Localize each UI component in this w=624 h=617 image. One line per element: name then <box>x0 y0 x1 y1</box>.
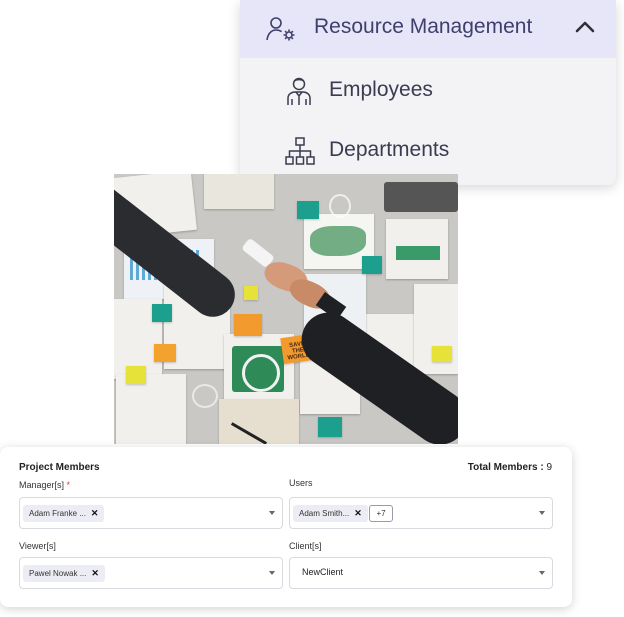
resource-management-menu: Resource Management Employees Department… <box>240 0 616 185</box>
chip-remove-icon[interactable]: ✕ <box>91 568 99 579</box>
resource-management-header[interactable]: Resource Management <box>240 0 616 58</box>
client-select[interactable]: NewClient <box>289 557 553 589</box>
viewer-chip-label: Pawel Nowak ... <box>29 569 87 578</box>
dropdown-caret-icon[interactable] <box>269 511 275 515</box>
project-members-title: Project Members <box>19 462 100 473</box>
users-label: Users <box>289 478 313 488</box>
menu-item-departments-label: Departments <box>329 138 450 161</box>
project-members-card: Project Members Total Members : 9 Manage… <box>0 447 572 607</box>
menu-item-employees-label: Employees <box>329 78 433 101</box>
chip-remove-icon[interactable]: ✕ <box>354 508 362 519</box>
business-handshake-photo: SAVE THE WORLD <box>114 174 458 444</box>
viewer-label: Viewer[s] <box>19 541 56 551</box>
manager-label: Manager[s] * <box>19 480 70 490</box>
viewer-chip: Pawel Nowak ... ✕ <box>23 565 105 582</box>
manager-select[interactable]: Adam Franke ... ✕ <box>19 497 283 529</box>
menu-item-departments[interactable]: Departments <box>240 122 616 180</box>
dropdown-caret-icon[interactable] <box>539 571 545 575</box>
total-members: Total Members : 9 <box>468 462 552 473</box>
total-members-label: Total Members : <box>467 462 544 473</box>
resource-management-title: Resource Management <box>314 15 533 38</box>
manager-chip: Adam Franke ... ✕ <box>23 505 105 522</box>
client-value: NewClient <box>302 567 344 577</box>
required-mark: * <box>66 480 71 490</box>
employee-icon <box>285 76 313 106</box>
users-select[interactable]: Adam Smith... ✕ +7 <box>289 497 553 529</box>
total-members-value: 9 <box>546 462 552 473</box>
chip-remove-icon[interactable]: ✕ <box>91 508 99 519</box>
more-users-badge[interactable]: +7 <box>369 505 393 522</box>
chevron-up-icon[interactable] <box>574 18 596 36</box>
client-label: Client[s] <box>289 541 322 551</box>
menu-item-employees[interactable]: Employees <box>240 62 616 120</box>
dropdown-caret-icon[interactable] <box>539 511 545 515</box>
dropdown-caret-icon[interactable] <box>269 571 275 575</box>
user-gear-icon <box>265 16 299 42</box>
org-chart-icon <box>285 136 315 166</box>
manager-label-text: Manager[s] <box>19 480 65 490</box>
manager-chip-label: Adam Franke ... <box>29 509 86 518</box>
users-chip-label: Adam Smith... <box>299 509 350 518</box>
users-chip: Adam Smith... ✕ <box>293 505 368 522</box>
viewer-select[interactable]: Pawel Nowak ... ✕ <box>19 557 283 589</box>
